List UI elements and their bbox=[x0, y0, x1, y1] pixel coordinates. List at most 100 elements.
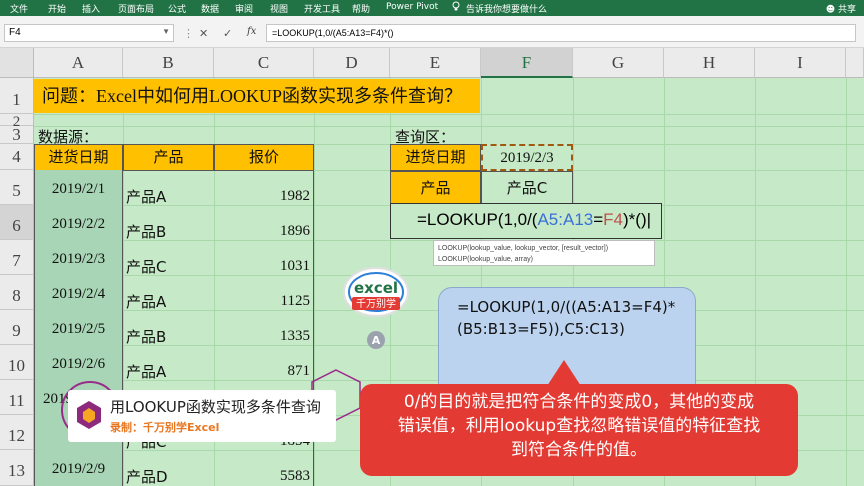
callout-pointer bbox=[547, 360, 581, 386]
tab-formulas[interactable]: 公式 bbox=[168, 2, 186, 15]
select-all-corner[interactable] bbox=[0, 48, 34, 78]
row-header-12[interactable]: 12 bbox=[0, 415, 34, 450]
date-cell[interactable]: 2019/2/5 bbox=[34, 310, 123, 345]
product-cell[interactable]: 产品D bbox=[126, 466, 168, 486]
product-cell[interactable]: 产品A bbox=[126, 291, 166, 312]
lightbulb-icon bbox=[452, 1, 460, 11]
ribbon: 文件 开始 插入 页面布局 公式 数据 审阅 视图 开发工具 帮助 Power … bbox=[0, 0, 864, 16]
question-title-cell[interactable]: 问题：Excel中如何用LOOKUP函数实现多条件查询？ bbox=[34, 79, 480, 113]
formula-input[interactable]: =LOOKUP(1,0/(A5:A13=F4)*() bbox=[266, 24, 856, 42]
date-cell[interactable]: 2019/2/3 bbox=[34, 240, 123, 275]
product-cell[interactable]: 产品A bbox=[126, 361, 166, 382]
gridline bbox=[34, 114, 864, 115]
formula-range-ref: A5:A13 bbox=[537, 210, 594, 229]
column-header-f[interactable]: F bbox=[481, 48, 573, 78]
column-header-c[interactable]: C bbox=[214, 48, 314, 78]
enter-icon[interactable]: ✓ bbox=[223, 27, 232, 40]
column-header-j[interactable] bbox=[846, 48, 864, 78]
lesson-banner: 用LOOKUP函数实现多条件查询 录制：千万别学Excel bbox=[68, 390, 336, 442]
formula-cell-ref: F4 bbox=[603, 210, 624, 229]
callout-line-3: 到符合条件的值。 bbox=[511, 440, 647, 460]
answer-line-2: (B5:B13=F5)),C5:C13) bbox=[457, 320, 625, 338]
banner-credit: 录制：千万别学Excel bbox=[110, 421, 220, 434]
price-cell[interactable]: 1982 bbox=[214, 170, 314, 205]
date-cell[interactable]: 2019/2/1 bbox=[34, 170, 123, 205]
tab-page-layout[interactable]: 页面布局 bbox=[118, 2, 154, 15]
product-cell[interactable]: 产品A bbox=[126, 186, 166, 207]
share-label: 共享 bbox=[837, 5, 856, 15]
name-box[interactable]: F4 ▼ bbox=[4, 24, 174, 42]
query-product-label-cell[interactable]: 产品 bbox=[390, 171, 481, 205]
price-cell[interactable]: 1125 bbox=[214, 275, 314, 310]
query-date-value-cell[interactable]: 2019/2/3 bbox=[481, 144, 573, 171]
insert-function-button[interactable]: fx bbox=[247, 26, 256, 37]
row-header-8[interactable]: 8 bbox=[0, 275, 34, 310]
banner-title: 用LOOKUP函数实现多条件查询 bbox=[110, 398, 321, 416]
logo-word: excel bbox=[354, 279, 398, 297]
product-cell[interactable]: 产品B bbox=[126, 221, 166, 242]
tab-insert[interactable]: 插入 bbox=[82, 2, 100, 15]
callout-line-2: 错误值，利用lookup查找忽略错误值的特征查找 bbox=[397, 416, 761, 436]
answer-line-1: =LOOKUP(1,0/((A5:A13=F4)* bbox=[457, 298, 676, 316]
more-options-icon: ⋮ bbox=[183, 27, 194, 40]
excel-logo-badge: excel 千万别学 A bbox=[340, 262, 412, 354]
tab-view[interactable]: 视图 bbox=[270, 2, 288, 15]
hexagon-badge-icon bbox=[77, 401, 101, 429]
tab-review[interactable]: 审阅 bbox=[235, 2, 253, 15]
tooltip-syntax-array[interactable]: LOOKUP(lookup_value, array) bbox=[438, 254, 650, 265]
gridline bbox=[846, 78, 847, 486]
query-product-value-cell[interactable]: 产品C bbox=[481, 171, 573, 205]
function-tooltip[interactable]: LOOKUP(lookup_value, lookup_vector, [res… bbox=[433, 240, 655, 266]
formula-prefix: =LOOKUP(1,0/( bbox=[417, 210, 538, 229]
share-button[interactable]: ☻ 共享 bbox=[826, 2, 856, 15]
chevron-down-icon[interactable]: ▼ bbox=[162, 27, 170, 36]
price-cell[interactable]: 1896 bbox=[214, 205, 314, 240]
price-cell[interactable]: 1335 bbox=[214, 310, 314, 345]
date-cell[interactable]: 2019/2/6 bbox=[34, 345, 123, 380]
row-header-4[interactable]: 4 bbox=[0, 144, 34, 170]
column-header-b[interactable]: B bbox=[123, 48, 214, 78]
column-header-e[interactable]: E bbox=[390, 48, 481, 78]
date-cell[interactable]: 2019/2/4 bbox=[34, 275, 123, 310]
row-header-5[interactable]: 5 bbox=[0, 170, 34, 205]
tab-help[interactable]: 帮助 bbox=[352, 2, 370, 15]
column-header-d[interactable]: D bbox=[314, 48, 390, 78]
tell-me-search[interactable]: 告诉我你想要做什么 bbox=[466, 2, 547, 15]
header-product-cell[interactable]: 产品 bbox=[123, 144, 214, 171]
price-cell[interactable]: 871 bbox=[214, 345, 314, 380]
tooltip-syntax-vector[interactable]: LOOKUP(lookup_value, lookup_vector, [res… bbox=[438, 243, 650, 254]
tab-file[interactable]: 文件 bbox=[10, 2, 28, 15]
row-header-10[interactable]: 10 bbox=[0, 345, 34, 380]
row-header-7[interactable]: 7 bbox=[0, 240, 34, 275]
row-header-11[interactable]: 11 bbox=[0, 380, 34, 415]
tab-home[interactable]: 开始 bbox=[48, 2, 66, 15]
formula-equals: = bbox=[593, 210, 604, 229]
header-price-cell[interactable]: 报价 bbox=[214, 144, 314, 171]
price-cell[interactable]: 5583 bbox=[214, 450, 314, 486]
query-date-label-cell[interactable]: 进货日期 bbox=[390, 144, 481, 171]
tab-data[interactable]: 数据 bbox=[201, 2, 219, 15]
cancel-icon[interactable]: ✕ bbox=[199, 27, 208, 40]
product-cell[interactable]: 产品B bbox=[126, 326, 166, 347]
tab-developer[interactable]: 开发工具 bbox=[304, 2, 340, 15]
column-header-i[interactable]: I bbox=[755, 48, 846, 78]
row-header-1[interactable]: 1 bbox=[0, 78, 34, 114]
row-header-3[interactable]: 3 bbox=[0, 126, 34, 144]
formula-bar: F4 ▼ ⋮ ✕ ✓ fx =LOOKUP(1,0/(A5:A13=F4)*() bbox=[0, 16, 864, 48]
text-cursor: | bbox=[646, 210, 652, 229]
row-header-6[interactable]: 6 bbox=[0, 205, 34, 240]
row-header-13[interactable]: 13 bbox=[0, 450, 34, 486]
formula-entry-cell[interactable]: =LOOKUP(1,0/(A5:A13=F4)*()| bbox=[390, 203, 662, 239]
date-cell[interactable]: 2019/2/9 bbox=[34, 450, 123, 486]
column-header-a[interactable]: A bbox=[34, 48, 123, 78]
name-box-value: F4 bbox=[9, 27, 21, 38]
row-header-9[interactable]: 9 bbox=[0, 310, 34, 345]
column-header-g[interactable]: G bbox=[573, 48, 664, 78]
price-cell[interactable]: 1031 bbox=[214, 240, 314, 275]
logo-icon: excel 千万别学 A bbox=[343, 267, 409, 349]
tab-power-pivot[interactable]: Power Pivot bbox=[386, 2, 438, 12]
column-header-h[interactable]: H bbox=[664, 48, 755, 78]
product-cell[interactable]: 产品C bbox=[126, 256, 166, 277]
header-date-cell[interactable]: 进货日期 bbox=[34, 144, 123, 171]
date-cell[interactable]: 2019/2/2 bbox=[34, 205, 123, 240]
